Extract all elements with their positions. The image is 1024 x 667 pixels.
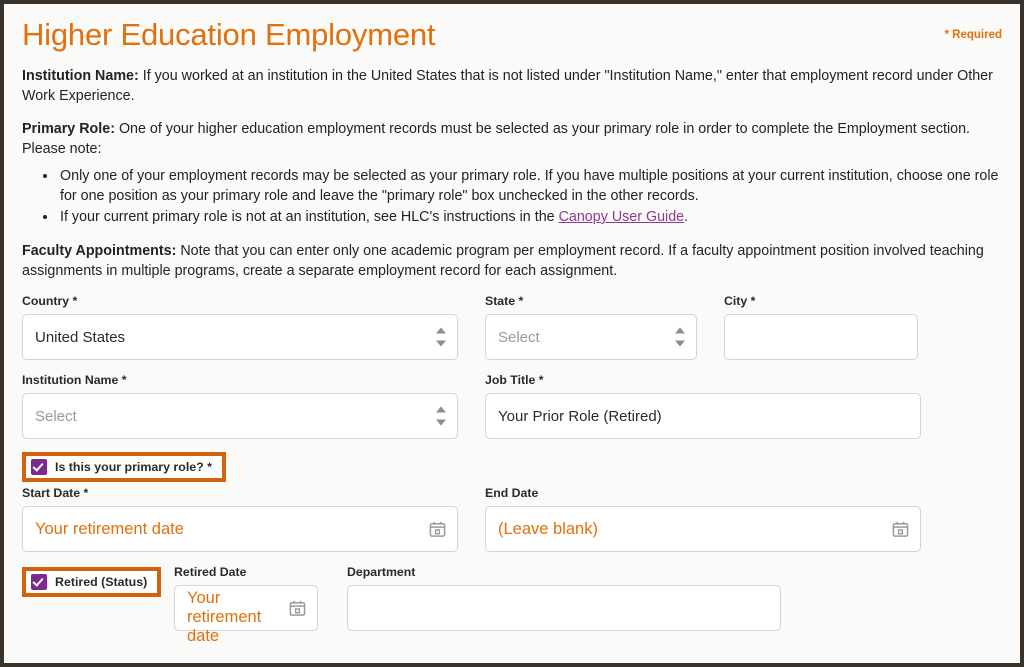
institution-name-paragraph: Institution Name: If you worked at an in… <box>22 66 1002 106</box>
required-legend: * Required <box>944 29 1002 41</box>
institution-name-heading: Institution Name: <box>22 68 139 84</box>
list-item: Only one of your employment records may … <box>58 166 1002 206</box>
retired-date-value-line2: retirement date <box>187 608 262 645</box>
end-date-value: (Leave blank) <box>498 519 598 538</box>
calendar-icon[interactable] <box>892 521 909 538</box>
country-label: Country * <box>22 294 78 308</box>
start-date-input[interactable]: Your retirement date <box>22 506 458 552</box>
retired-status-checkbox[interactable] <box>31 574 47 590</box>
institution-job-row: Institution Name * Select Job Title * Yo… <box>22 373 1002 439</box>
start-date-value: Your retirement date <box>35 519 184 538</box>
job-title-field-group: Job Title * Your Prior Role (Retired) <box>485 373 921 439</box>
retired-date-label: Retired Date <box>174 565 247 579</box>
retired-row: Retired (Status) Retired Date Your retir… <box>22 565 1002 645</box>
end-date-field-group: End Date (Leave blank) <box>485 486 921 552</box>
institution-name-field-group: Institution Name * Select <box>22 373 458 439</box>
retired-date-input[interactable]: Your retirement date <box>174 585 318 645</box>
location-row: Country * United States State * Select C… <box>22 294 1002 360</box>
page-header: Higher Education Employment * Required <box>22 14 1002 66</box>
country-select[interactable]: United States <box>22 314 458 360</box>
department-input[interactable] <box>347 585 781 631</box>
job-title-input[interactable]: Your Prior Role (Retired) <box>485 393 921 439</box>
end-date-label: End Date <box>485 486 539 500</box>
city-input[interactable] <box>724 314 918 360</box>
country-field-group: Country * United States <box>22 294 458 360</box>
list-item: If your current primary role is not at a… <box>58 207 1002 227</box>
city-field-group: City * <box>724 294 918 360</box>
faculty-appointments-heading: Faculty Appointments: <box>22 243 177 259</box>
state-field-group: State * Select <box>485 294 697 360</box>
spinner-arrows-icon[interactable] <box>435 327 446 347</box>
start-date-field-group: Start Date * Your retirement date <box>22 486 458 552</box>
faculty-appointments-paragraph: Faculty Appointments: Note that you can … <box>22 241 1002 281</box>
retired-status-col: Retired (Status) <box>22 565 174 597</box>
list-item-text: If your current primary role is not at a… <box>60 209 559 225</box>
employment-form: Country * United States State * Select C… <box>22 294 1002 645</box>
primary-role-highlight-box: Is this your primary role? * <box>22 452 226 482</box>
primary-role-body: One of your higher education employment … <box>22 121 971 157</box>
canopy-user-guide-link[interactable]: Canopy User Guide <box>559 209 685 225</box>
spinner-arrows-icon[interactable] <box>674 327 685 347</box>
primary-role-checkbox-row: Is this your primary role? * <box>22 452 1002 484</box>
state-select[interactable]: Select <box>485 314 697 360</box>
primary-role-paragraph: Primary Role: One of your higher educati… <box>22 119 1002 159</box>
form-page: Higher Education Employment * Required I… <box>4 4 1020 663</box>
job-title-value: Your Prior Role (Retired) <box>498 407 662 425</box>
page-title: Higher Education Employment <box>22 17 436 52</box>
institution-name-body: If you worked at an institution in the U… <box>22 68 993 104</box>
institution-name-select[interactable]: Select <box>22 393 458 439</box>
primary-role-notes-list: Only one of your employment records may … <box>22 166 1002 227</box>
retired-status-checkbox-label: Retired (Status) <box>55 575 148 589</box>
primary-role-checkbox-label: Is this your primary role? * <box>55 460 212 474</box>
dates-row: Start Date * Your retirement date End Da… <box>22 486 1002 552</box>
institution-name-value: Select <box>35 407 77 425</box>
spinner-arrows-icon[interactable] <box>435 406 446 426</box>
retired-date-field-group: Retired Date Your retirement date <box>174 565 318 645</box>
calendar-icon[interactable] <box>429 521 446 538</box>
state-value: Select <box>498 328 540 346</box>
job-title-label: Job Title * <box>485 373 544 387</box>
start-date-label: Start Date * <box>22 486 89 500</box>
institution-name-label: Institution Name * <box>22 373 127 387</box>
primary-role-heading: Primary Role: <box>22 121 115 137</box>
city-label: City * <box>724 294 756 308</box>
country-value: United States <box>35 328 126 346</box>
department-label: Department <box>347 565 416 579</box>
retired-date-value-line1: Your <box>187 589 221 607</box>
state-label: State * <box>485 294 524 308</box>
department-field-group: Department <box>347 565 781 631</box>
retired-status-highlight-box: Retired (Status) <box>22 567 162 597</box>
primary-role-checkbox[interactable] <box>31 459 47 475</box>
list-item-tail: . <box>684 209 689 225</box>
end-date-input[interactable]: (Leave blank) <box>485 506 921 552</box>
calendar-icon[interactable] <box>289 600 306 617</box>
